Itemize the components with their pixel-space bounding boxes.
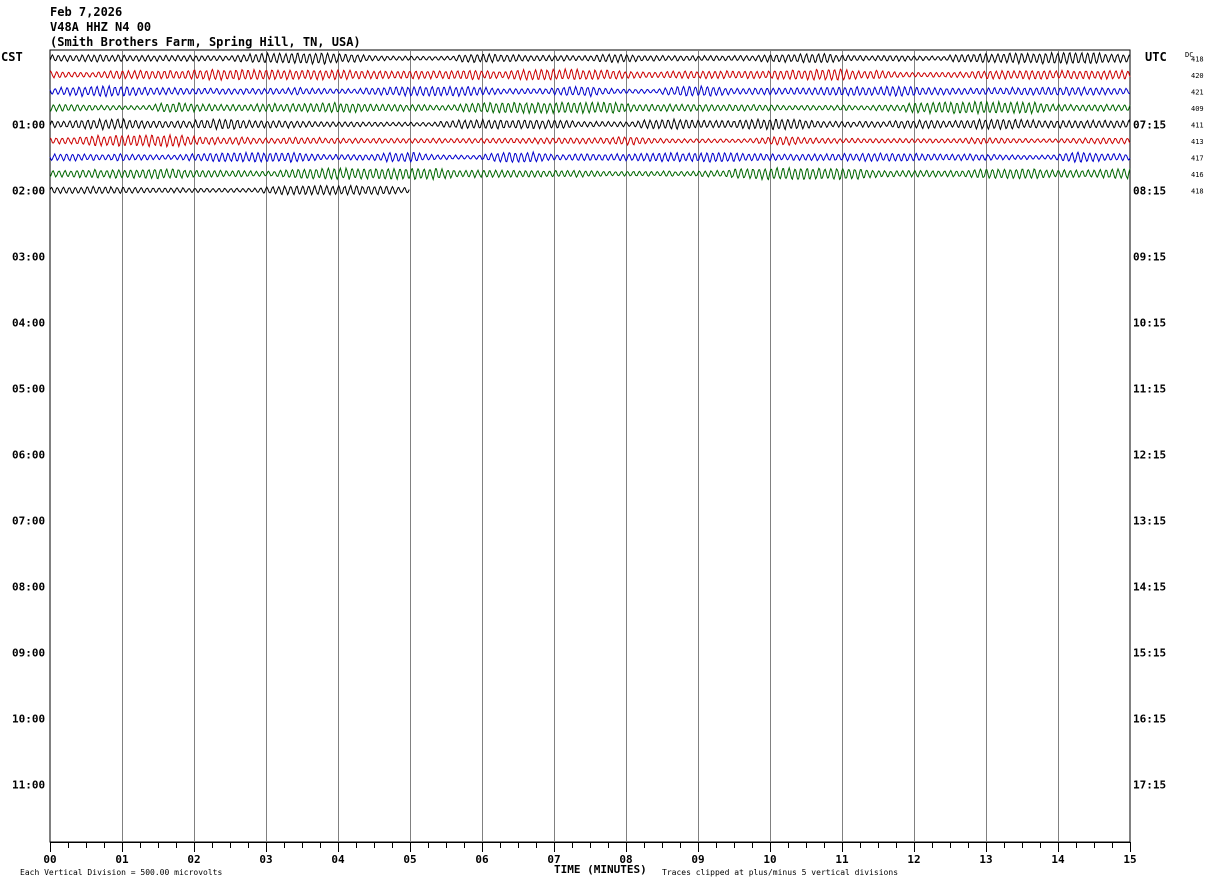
date-header: Feb 7,2026 [50, 5, 122, 19]
x-tick-label: 02 [187, 853, 200, 866]
left-hour-label: 04:00 [12, 316, 45, 329]
right-hour-label: 11:15 [1133, 382, 1166, 395]
left-hour-label: 02:00 [12, 184, 45, 197]
dc-offset-label: 418 [1191, 55, 1204, 63]
right-hour-label: 07:15 [1133, 118, 1166, 131]
x-axis-title: TIME (MINUTES) [554, 863, 647, 876]
seismic-trace [49, 166, 1131, 182]
seismic-trace [49, 184, 410, 197]
right-hour-label: 15:15 [1133, 646, 1166, 659]
seismic-trace [49, 150, 1131, 164]
dc-offset-label: 413 [1191, 138, 1204, 146]
seismic-trace [49, 99, 1131, 116]
right-hour-label: 17:15 [1133, 778, 1166, 791]
right-timezone-label: UTC [1145, 50, 1167, 64]
left-hour-label: 11:00 [12, 778, 45, 791]
right-hour-label: 14:15 [1133, 580, 1166, 593]
left-hour-label: 07:00 [12, 514, 45, 527]
left-hour-label: 06:00 [12, 448, 45, 461]
x-tick-label: 12 [907, 853, 920, 866]
left-hour-label: 03:00 [12, 250, 45, 263]
seismic-trace [49, 51, 1131, 66]
left-hour-label: 09:00 [12, 646, 45, 659]
x-tick-label: 00 [43, 853, 56, 866]
seismic-trace [49, 133, 1131, 149]
dc-offset-label: 411 [1191, 121, 1204, 129]
right-hour-label: 08:15 [1133, 184, 1166, 197]
left-hour-label: 08:00 [12, 580, 45, 593]
seismic-trace [49, 84, 1131, 98]
right-hour-label: 12:15 [1133, 448, 1166, 461]
dc-offset-label: 421 [1191, 88, 1204, 96]
x-tick-label: 06 [475, 853, 489, 866]
location-header: (Smith Brothers Farm, Spring Hill, TN, U… [50, 35, 361, 49]
plot-frame [49, 49, 1131, 843]
left-hour-label: 05:00 [12, 382, 45, 395]
x-tick-label: 09 [691, 853, 704, 866]
x-tick-label: 13 [979, 853, 992, 866]
dc-offset-label: 418 [1191, 187, 1204, 195]
right-hour-label: 16:15 [1133, 712, 1166, 725]
x-tick-label: 04 [331, 853, 345, 866]
dc-offset-label: 416 [1191, 171, 1204, 179]
right-hour-label: 09:15 [1133, 250, 1166, 263]
left-timezone-label: CST [1, 50, 23, 64]
x-tick-label: 15 [1123, 853, 1136, 866]
seismic-trace [49, 117, 1131, 132]
helicorder-chart: Feb 7,2026 V48A HHZ N4 00 (Smith Brother… [1, 5, 1204, 877]
right-hour-label: 10:15 [1133, 316, 1166, 329]
clip-note: Traces clipped at plus/minus 5 vertical … [662, 868, 898, 877]
scale-note: Each Vertical Division = 500.00 microvol… [20, 868, 222, 877]
x-tick-label: 10 [763, 853, 776, 866]
left-hour-label: 10:00 [12, 712, 45, 725]
dc-offset-label: 409 [1191, 105, 1204, 113]
station-header: V48A HHZ N4 00 [50, 20, 151, 34]
x-tick-label: 05 [403, 853, 416, 866]
left-hour-label: 01:00 [12, 118, 45, 131]
x-tick-label: 03 [259, 853, 272, 866]
x-tick-label: 14 [1051, 853, 1065, 866]
right-hour-label: 13:15 [1133, 514, 1166, 527]
x-tick-label: 11 [835, 853, 849, 866]
grid-lines [49, 49, 1131, 843]
dc-offset-label: 417 [1191, 154, 1204, 162]
seismic-trace [49, 67, 1131, 82]
dc-offset-label: 420 [1191, 72, 1204, 80]
hour-labels: 01:00 02:00 03:00 04:00 05:00 06:00 07:00 08:00… [12, 118, 1166, 791]
x-tick-label: 01 [115, 853, 129, 866]
